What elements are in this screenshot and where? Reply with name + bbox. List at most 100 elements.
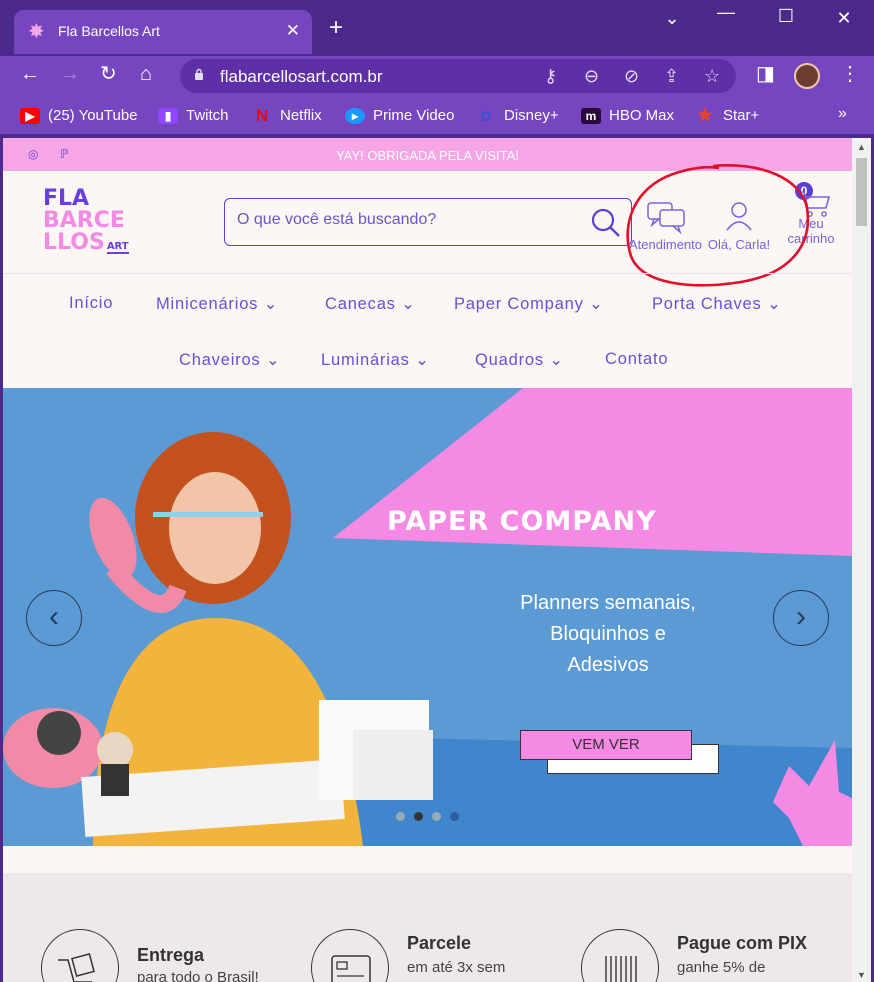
site-logo[interactable]: FLA BARCE LLOS ART bbox=[43, 188, 129, 258]
web-page: ◎ ℙ YAY! OBRIGADA PELA VISITA! FLA BARCE… bbox=[3, 138, 852, 982]
bookmarks-bar: ▶ (25) YouTube ▮ Twitch N Netflix ▸ Prim… bbox=[0, 96, 874, 134]
chevron-down-icon: ⌄ bbox=[265, 351, 281, 369]
reload-icon[interactable]: ↻ bbox=[100, 64, 117, 84]
prime-video-icon: ▸ bbox=[345, 107, 365, 124]
twitch-icon: ▮ bbox=[158, 107, 178, 124]
feature-desc: em até 3x sem bbox=[407, 959, 506, 976]
more-bookmarks-icon[interactable]: » bbox=[838, 105, 847, 123]
carousel-dot[interactable] bbox=[450, 812, 459, 821]
nav-label: Luminárias bbox=[321, 351, 410, 369]
bookmark-netflix[interactable]: N Netflix bbox=[252, 105, 322, 125]
category-nav: Início Minicenários ⌄ Canecas ⌄ Paper Co… bbox=[3, 273, 852, 388]
carousel-dot[interactable] bbox=[432, 812, 441, 821]
share-icon[interactable]: ⇪ bbox=[664, 66, 679, 86]
red-circle-annotation bbox=[626, 164, 810, 287]
chevron-down-icon: ⌄ bbox=[766, 295, 782, 313]
hero-headline: PAPER COMPANY bbox=[387, 506, 657, 537]
disney-plus-icon: D bbox=[480, 107, 492, 124]
bookmark-twitch[interactable]: ▮ Twitch bbox=[158, 107, 229, 124]
nav-label: Canecas bbox=[325, 295, 396, 313]
hbo-max-icon: m bbox=[581, 107, 601, 124]
key-icon[interactable]: ⚷ bbox=[544, 66, 557, 86]
tab-title: Fla Barcellos Art bbox=[58, 23, 160, 39]
forward-icon[interactable]: → bbox=[60, 64, 80, 84]
close-tab-icon[interactable]: ✕ bbox=[286, 21, 300, 41]
scroll-thumb[interactable] bbox=[856, 158, 867, 226]
zoom-icon[interactable]: ⊖ bbox=[584, 66, 599, 86]
nav-label: Porta Chaves bbox=[652, 295, 762, 313]
hero-subtitle: Planners semanais, Bloquinhos e Adesivos bbox=[473, 588, 743, 681]
bookmark-disney[interactable]: D Disney+ bbox=[476, 107, 559, 124]
bookmark-label: Prime Video bbox=[373, 107, 455, 124]
hero-banner[interactable]: PAPER COMPANY Planners semanais, Bloquin… bbox=[3, 388, 852, 846]
hero-subtitle-line-3: Adesivos bbox=[567, 654, 649, 676]
maximize-icon[interactable]: ☐ bbox=[766, 6, 806, 27]
scroll-up-icon[interactable]: ▲ bbox=[857, 142, 866, 152]
back-icon[interactable]: ← bbox=[20, 64, 40, 84]
scroll-down-icon[interactable]: ▼ bbox=[857, 970, 866, 980]
bookmark-youtube[interactable]: ▶ (25) YouTube bbox=[20, 107, 138, 124]
close-window-icon[interactable]: ✕ bbox=[824, 8, 864, 29]
new-tab-icon[interactable]: + bbox=[329, 16, 343, 40]
feature-desc: para todo o Brasil! bbox=[137, 969, 259, 982]
carousel-dot[interactable] bbox=[396, 812, 405, 821]
bookmark-star-plus[interactable]: ★ Star+ bbox=[695, 105, 760, 125]
bookmark-prime-video[interactable]: ▸ Prime Video bbox=[345, 107, 454, 124]
logo-line-3: LLOS bbox=[43, 230, 105, 255]
search-box bbox=[224, 198, 632, 246]
features-strip: Entrega para todo o Brasil! Parcele em a… bbox=[3, 873, 852, 982]
bookmark-star-icon[interactable]: ☆ bbox=[704, 66, 720, 86]
bookmark-label: Star+ bbox=[723, 107, 760, 124]
vem-ver-button[interactable]: VEM VER bbox=[520, 730, 692, 760]
tab-search-icon[interactable]: ⌄ bbox=[652, 8, 692, 29]
carousel-next-button[interactable]: › bbox=[773, 590, 829, 646]
nav-label: Minicenários bbox=[156, 295, 259, 313]
youtube-icon: ▶ bbox=[20, 107, 40, 124]
chevron-down-icon: ⌄ bbox=[549, 351, 564, 369]
chevron-down-icon: ⌄ bbox=[589, 295, 604, 313]
bookmark-hbo-max[interactable]: m HBO Max bbox=[581, 107, 674, 124]
tracking-icon[interactable]: ⊘ bbox=[624, 66, 639, 86]
nav-chaveiros[interactable]: Chaveiros ⌄ bbox=[179, 350, 281, 370]
bookmark-label: Twitch bbox=[186, 107, 229, 124]
home-icon[interactable]: ⌂ bbox=[140, 64, 152, 84]
nav-luminarias[interactable]: Luminárias ⌄ bbox=[321, 350, 430, 370]
feature-title: Entrega bbox=[137, 945, 205, 965]
lock-icon bbox=[195, 68, 203, 80]
page-scrollbar[interactable]: ▲ ▼ bbox=[852, 138, 871, 982]
nav-canecas[interactable]: Canecas ⌄ bbox=[325, 294, 416, 314]
nav-minicenarios[interactable]: Minicenários ⌄ bbox=[156, 294, 278, 314]
logo-line-1: FLA bbox=[43, 186, 90, 211]
truck-icon bbox=[41, 929, 119, 982]
nav-paper-company[interactable]: Paper Company ⌄ bbox=[454, 294, 604, 314]
carousel-dot-active[interactable] bbox=[414, 812, 423, 821]
address-bar[interactable]: flabarcellosart.com.br ⚷ ⊖ ⊘ ⇪ ☆ bbox=[180, 59, 736, 93]
chevron-down-icon: ⌄ bbox=[401, 295, 416, 313]
tab-strip: ✸ Fla Barcellos Art ✕ + ⌄ — ☐ ✕ bbox=[0, 0, 874, 56]
barcode-icon bbox=[581, 929, 659, 982]
url-text: flabarcellosart.com.br bbox=[220, 67, 383, 86]
bookmark-label: (25) YouTube bbox=[48, 107, 138, 124]
search-icon[interactable] bbox=[591, 208, 621, 238]
logo-line-2: BARCE bbox=[43, 208, 125, 233]
nav-contato[interactable]: Contato bbox=[605, 350, 668, 369]
nav-label: Chaveiros bbox=[179, 351, 261, 369]
search-input[interactable] bbox=[237, 211, 577, 229]
feature-desc: ganhe 5% de bbox=[677, 959, 766, 976]
minimize-icon[interactable]: — bbox=[706, 2, 746, 23]
menu-icon[interactable]: ⋮ bbox=[840, 64, 860, 84]
profile-avatar[interactable] bbox=[794, 63, 820, 89]
nav-label: Quadros bbox=[475, 351, 544, 369]
nav-label: Paper Company bbox=[454, 295, 584, 313]
logo-art: ART bbox=[106, 241, 129, 254]
credit-card-icon bbox=[311, 929, 389, 982]
nav-quadros[interactable]: Quadros ⌄ bbox=[475, 350, 564, 370]
browser-tab[interactable]: ✸ Fla Barcellos Art ✕ bbox=[14, 10, 312, 54]
nav-inicio[interactable]: Início bbox=[69, 294, 113, 313]
carousel-prev-button[interactable]: ‹ bbox=[26, 590, 82, 646]
hero-subtitle-line-2: Bloquinhos e bbox=[550, 623, 666, 645]
nav-porta-chaves[interactable]: Porta Chaves ⌄ bbox=[652, 294, 782, 314]
netflix-icon: N bbox=[255, 105, 269, 125]
sidepanel-icon[interactable]: ◨ bbox=[756, 64, 775, 84]
chevron-down-icon: ⌄ bbox=[415, 351, 430, 369]
